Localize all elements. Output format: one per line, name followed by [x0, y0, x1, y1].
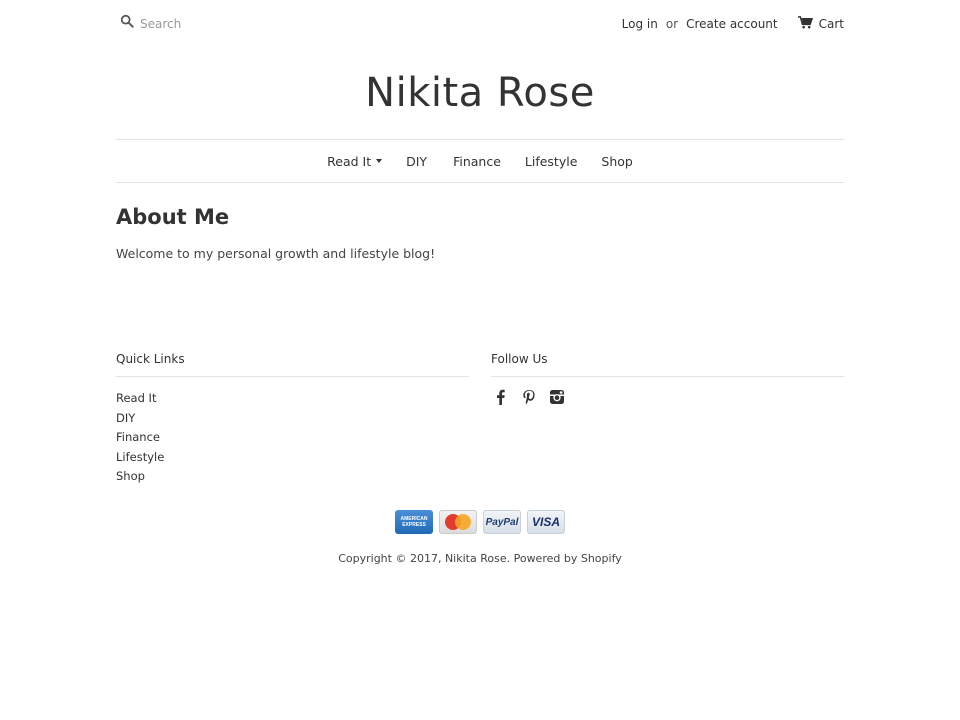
nav-item-label: Finance — [453, 153, 501, 169]
footer-link-shop[interactable]: Shop — [116, 469, 145, 483]
copyright-text: Copyright © 2017, — [338, 552, 442, 565]
nav-item-diy[interactable]: DIY — [406, 154, 427, 169]
main-nav: Read It DIY Finance Lifestyle Shop — [116, 139, 844, 183]
nav-item-label: Lifestyle — [524, 153, 578, 169]
copyright-period: . — [506, 552, 511, 565]
facebook-icon[interactable] — [493, 389, 509, 405]
footer-quick-links: Quick Links Read It DIY Finance Lifestyl… — [116, 352, 469, 487]
nav-item-label: Shop — [601, 153, 633, 169]
site-title[interactable]: Nikita Rose — [0, 70, 960, 116]
list-item: Lifestyle — [116, 448, 469, 468]
list-item: Read It — [116, 389, 469, 409]
search-icon[interactable] — [120, 14, 134, 33]
visa-icon: VISA — [527, 510, 565, 534]
footer-link-read-it[interactable]: Read It — [116, 391, 156, 405]
cart-icon — [797, 16, 819, 32]
payment-label: VISA — [531, 515, 560, 529]
nav-item-lifestyle[interactable]: Lifestyle — [525, 154, 578, 169]
footer-link-diy[interactable]: DIY — [116, 411, 135, 425]
cart-label: Cart — [818, 17, 844, 31]
account-links: Log in or Create account Cart — [622, 16, 844, 32]
list-item: Shop — [116, 467, 469, 487]
copyright: Copyright © 2017, Nikita Rose. Powered b… — [0, 552, 960, 565]
login-link[interactable]: Log in — [622, 17, 658, 31]
list-item: DIY — [116, 409, 469, 429]
paypal-icon: PayPal — [483, 510, 521, 534]
list-item: Finance — [116, 428, 469, 448]
payment-methods: AMERICAN EXPRESS PayPal VISA — [0, 510, 960, 534]
search-form — [120, 14, 300, 33]
footer-link-finance[interactable]: Finance — [116, 430, 160, 444]
social-links — [493, 389, 844, 405]
footer-links-list: Read It DIY Finance Lifestyle Shop — [116, 389, 469, 487]
footer-follow-us: Follow Us — [491, 352, 844, 405]
page-title: About Me — [116, 205, 230, 229]
caret-down-icon — [376, 159, 383, 163]
pinterest-icon[interactable] — [521, 389, 537, 405]
or-separator: or — [665, 17, 679, 31]
create-account-link[interactable]: Create account — [686, 17, 778, 31]
payment-label: PayPal — [485, 516, 519, 528]
page-body-text: Welcome to my personal growth and lifest… — [116, 246, 436, 261]
footer-link-lifestyle[interactable]: Lifestyle — [116, 450, 164, 464]
instagram-icon[interactable] — [549, 389, 565, 405]
american-express-icon: AMERICAN EXPRESS — [395, 510, 433, 534]
nav-item-finance[interactable]: Finance — [453, 154, 501, 169]
powered-by-link[interactable]: Powered by Shopify — [514, 552, 622, 565]
payment-label: EXPRESS — [402, 522, 426, 528]
nav-item-shop[interactable]: Shop — [601, 154, 632, 169]
nav-item-label: DIY — [406, 153, 428, 169]
footer-quick-links-title: Quick Links — [116, 352, 469, 377]
cart-link[interactable]: Cart — [797, 16, 844, 32]
top-bar: Log in or Create account Cart — [116, 0, 844, 46]
mastercard-icon — [439, 510, 477, 534]
nav-item-read-it[interactable]: Read It — [327, 153, 383, 169]
copyright-owner-link[interactable]: Nikita Rose — [445, 552, 507, 565]
search-input[interactable] — [140, 16, 300, 31]
footer-follow-title: Follow Us — [491, 352, 844, 377]
nav-item-label: Read It — [327, 153, 372, 169]
